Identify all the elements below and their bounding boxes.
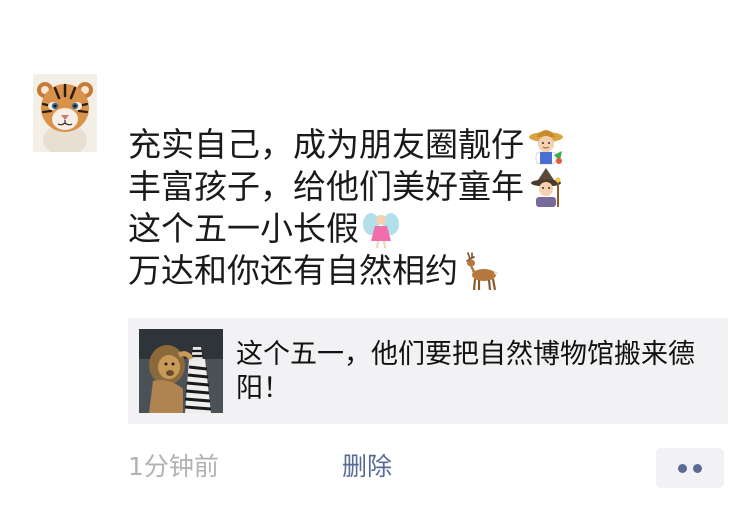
avatar[interactable] (33, 74, 97, 152)
more-actions-button[interactable] (656, 448, 724, 488)
post-line-3: 这个五一小长假 (128, 208, 708, 250)
museum-animals-image (139, 329, 223, 413)
farmer-emoji-icon (526, 125, 566, 165)
more-dots-icon (678, 464, 687, 473)
fairy-emoji-icon (361, 209, 401, 249)
post-line-text: 充实自己，成为朋友圈靓仔 (128, 125, 524, 164)
post-line-text: 丰富孩子，给他们美好童年 (128, 167, 524, 206)
delete-button[interactable]: 删除 (342, 450, 392, 484)
post-line-4: 万达和你还有自然相约 (128, 250, 708, 292)
link-thumbnail (139, 329, 223, 413)
more-dots-icon (693, 464, 702, 473)
link-card-title: 这个五一，他们要把自然博物馆搬来德阳！ (236, 339, 695, 404)
mage-emoji-icon (526, 167, 566, 207)
post-line-text: 万达和你还有自然相约 (128, 251, 458, 290)
post-line-1: 充实自己，成为朋友圈靓仔 (128, 124, 708, 166)
deer-emoji-icon (460, 251, 500, 291)
tiger-cub-icon (33, 74, 97, 152)
post-text: 充实自己，成为朋友圈靓仔 丰富孩子，给他们美好童年 这个五一小长假 万达和你还有… (128, 124, 708, 292)
post-line-text: 这个五一小长假 (128, 209, 359, 248)
link-card[interactable]: 这个五一，他们要把自然博物馆搬来德阳！ (128, 318, 728, 424)
post-line-2: 丰富孩子，给他们美好童年 (128, 166, 708, 208)
post-timestamp: 1分钟前 (128, 452, 219, 481)
